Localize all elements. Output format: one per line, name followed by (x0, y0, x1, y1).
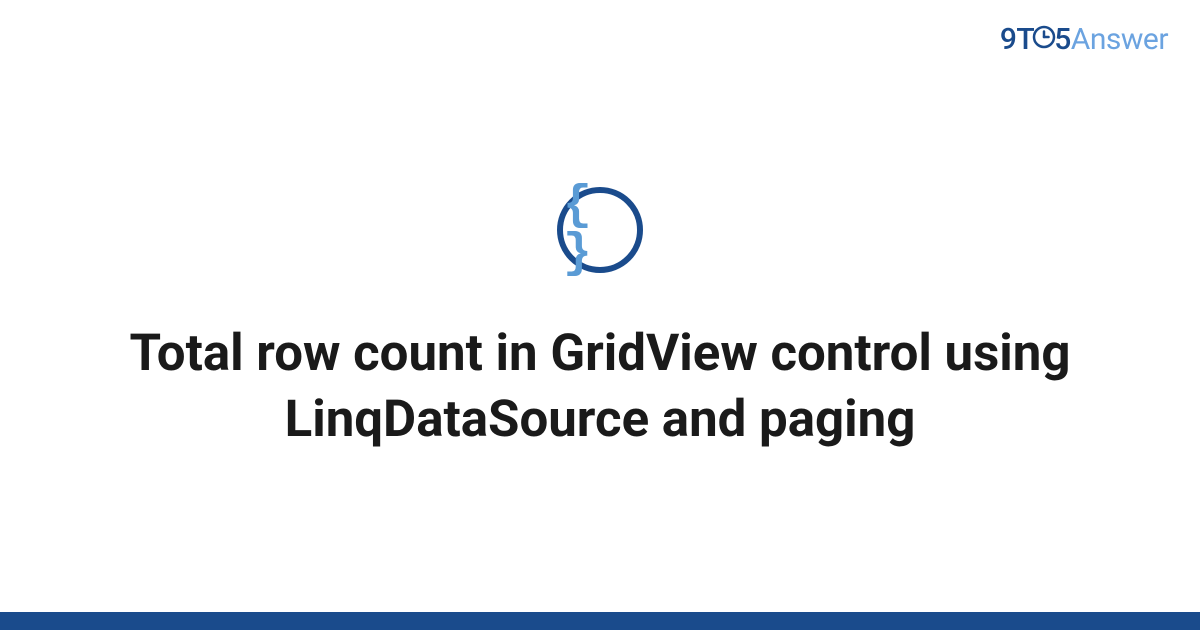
main-content: { } Total row count in GridView control … (0, 0, 1200, 630)
footer-bar (0, 612, 1200, 630)
category-icon-circle: { } (557, 187, 643, 273)
code-braces-icon: { } (563, 182, 637, 278)
question-title: Total row count in GridView control usin… (100, 321, 1100, 454)
